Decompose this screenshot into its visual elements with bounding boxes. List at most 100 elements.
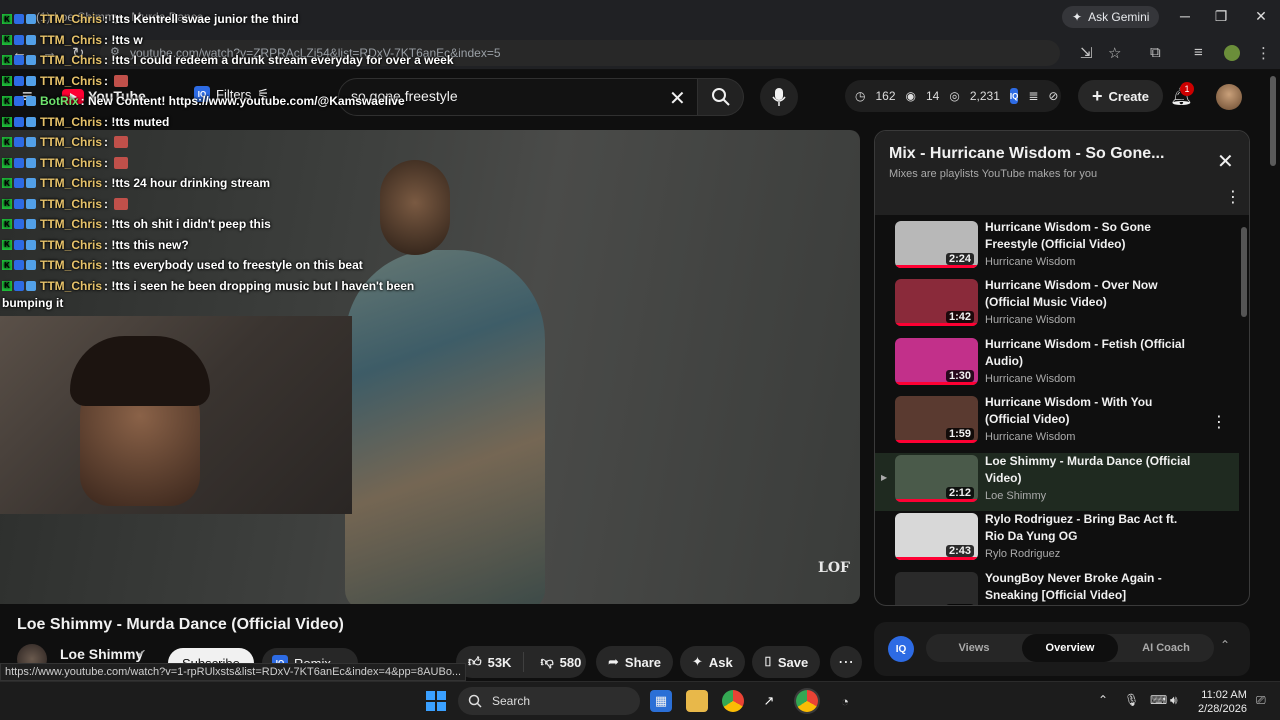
share-button[interactable]: ➦ Share [596, 646, 674, 678]
vidiq-logo[interactable]: IQ [888, 636, 914, 662]
close-playlist-icon[interactable]: ✕ [1217, 149, 1234, 174]
extensions-icon[interactable]: ⧉ [1150, 44, 1161, 61]
playlist-item[interactable]: 2:24 Hurricane Wisdom - So Gone Freestyle… [875, 219, 1239, 277]
media-controls-icon[interactable]: ≡ [1194, 44, 1203, 61]
ask-button[interactable]: ✦ Ask [680, 646, 745, 678]
chat-text: : !tts oh shit i didn't peep this [104, 217, 271, 231]
playlist-item-title[interactable]: Hurricane Wisdom - Fetish (Official Audi… [985, 336, 1195, 370]
chevron-up-icon[interactable]: ⌃ [1220, 638, 1230, 652]
close-window-button[interactable]: ✕ [1238, 0, 1280, 32]
mod-badge-icon [14, 219, 24, 229]
playlist-thumbnail[interactable]: 2:12 [895, 455, 978, 502]
playlist-thumbnail[interactable]: 1:42 [895, 279, 978, 326]
page-scrollbar[interactable] [1270, 76, 1276, 166]
playlist-thumbnail[interactable]: 2:43 [895, 513, 978, 560]
file-explorer-icon[interactable] [686, 690, 708, 712]
microphone-icon [772, 88, 786, 106]
chat-username: TTM_Chris [40, 73, 103, 88]
mod-badge-icon [14, 75, 24, 86]
chat-message: K BotRix : New Content! https://www.youtu… [2, 94, 405, 108]
ask-label: Ask [708, 654, 733, 670]
more-actions-button[interactable]: ⋯ [830, 646, 862, 678]
tray-chevron-up-icon[interactable]: ⌃ [1098, 693, 1108, 707]
dislike-button[interactable]: 👎︎ 580 [530, 654, 591, 670]
eye-outline-icon: ◎ [949, 89, 960, 103]
iq-stats-icon[interactable]: IQ [1009, 88, 1019, 104]
playlist-scrollbar[interactable] [1241, 227, 1247, 317]
chrome-active-icon[interactable] [796, 690, 818, 712]
search-button[interactable] [698, 78, 744, 116]
profile-avatar-icon[interactable] [1224, 45, 1240, 61]
browser-menu-icon[interactable]: ⋮ [1256, 44, 1271, 62]
playlist-item[interactable]: ▶ 2:12 Loe Shimmy - Murda Dance (Official … [875, 453, 1239, 511]
voice-search-button[interactable] [760, 78, 798, 116]
playlist-item-title[interactable]: Hurricane Wisdom - So Gone Freestyle (Of… [985, 219, 1195, 253]
playlist-header: Mix - Hurricane Wisdom - So Gone... Mixe… [875, 131, 1249, 215]
microsoft-store-icon[interactable]: ▦ [650, 690, 672, 712]
playlist-item-title[interactable]: YoungBoy Never Broke Again - Sneaking [O… [985, 570, 1195, 604]
taskbar-search[interactable]: Search [458, 687, 640, 715]
bookmark-star-icon[interactable]: ☆ [1108, 44, 1121, 62]
like-button[interactable]: 👍︎ 53K [456, 652, 525, 672]
chat-message: K TTM_Chris : !tts w [2, 33, 143, 47]
microphone-tray-icon[interactable]: 🎙︎ [1124, 693, 1139, 707]
install-app-icon[interactable]: ⇲ [1080, 44, 1093, 62]
playlist-item[interactable]: 3:38 YoungBoy Never Broke Again - Sneakin… [875, 570, 1239, 605]
stocks-app-icon[interactable]: ↗ [758, 690, 780, 712]
playlist-thumbnail[interactable]: 2:24 [895, 221, 978, 268]
chat-message: K TTM_Chris : !tts muted [2, 115, 169, 129]
chrome-icon[interactable] [722, 690, 744, 712]
chat-message: K TTM_Chris : !tts everybody used to free… [2, 258, 363, 272]
dislike-count: 580 [559, 654, 582, 670]
taskbar-clock[interactable]: 11:02 AM 2/28/2026 [1198, 688, 1247, 716]
network-icon[interactable]: ⌨ [1150, 693, 1167, 707]
mod-badge-icon [14, 137, 24, 147]
playlist-thumbnail[interactable]: 3:38 [895, 572, 978, 605]
windows-start-icon[interactable] [426, 691, 446, 711]
playlist-menu-icon[interactable]: ⋮ [1225, 187, 1241, 207]
tab-ai-coach[interactable]: AI Coach [1118, 634, 1214, 662]
playlist-item-channel: Loe Shimmy [985, 490, 1047, 502]
playlist-item-title[interactable]: Hurricane Wisdom - With You (Official Vi… [985, 394, 1195, 428]
playlist-item-title[interactable]: Hurricane Wisdom - Over Now (Official Mu… [985, 277, 1195, 311]
item-menu-icon[interactable]: ⋮ [1211, 412, 1227, 432]
mod-badge-icon [14, 34, 24, 45]
channel-stats-pill[interactable]: ◷ 162 ◉ 14 ◎ 2,231 IQ ≣ ⊘ [845, 80, 1061, 112]
playlist-thumbnail[interactable]: 1:30 [895, 338, 978, 385]
video-player[interactable]: LOF [0, 130, 860, 604]
playlist-item[interactable]: 1:30 Hurricane Wisdom - Fetish (Official … [875, 336, 1239, 394]
chat-message: K TTM_Chris : [2, 135, 129, 149]
obs-icon[interactable]: ◔ [834, 690, 856, 712]
playlist-item[interactable]: 2:43 Rylo Rodriguez - Bring Bac Act ft. R… [875, 511, 1239, 569]
create-button[interactable]: + Create [1078, 80, 1163, 112]
account-avatar[interactable] [1216, 84, 1242, 110]
ask-gemini-button[interactable]: ✦ Ask Gemini [1062, 6, 1160, 28]
tab-views[interactable]: Views [926, 634, 1022, 662]
sub-badge-icon [26, 55, 36, 65]
chat-username: TTM_Chris [40, 12, 103, 26]
clear-search-icon[interactable]: ✕ [669, 86, 686, 111]
list-icon[interactable]: ≣ [1028, 89, 1038, 103]
plus-icon: + [1092, 85, 1103, 106]
playlist-item[interactable]: 1:42 Hurricane Wisdom - Over Now (Officia… [875, 277, 1239, 335]
playlist-item-title[interactable]: Loe Shimmy - Murda Dance (Official Video… [985, 453, 1195, 487]
playlist-thumbnail[interactable]: 1:59 [895, 396, 978, 443]
chat-message: K TTM_Chris : [2, 156, 129, 170]
mod-badge-icon [14, 55, 24, 65]
kick-badge-icon: K [2, 219, 12, 229]
notification-count-badge: 1 [1180, 82, 1194, 96]
chat-text: : !tts everybody used to freestyle on th… [104, 258, 363, 272]
volume-icon[interactable]: 🔊︎ [1170, 693, 1178, 708]
chat-username: TTM_Chris [40, 258, 103, 272]
save-button[interactable]: ⌷ Save [752, 646, 821, 678]
playlist-item[interactable]: 1:59 Hurricane Wisdom - With You (Officia… [875, 394, 1239, 452]
chat-username: TTM_Chris [40, 135, 103, 149]
vidiq-tabs: Views Overview AI Coach [926, 634, 1214, 662]
notification-center-icon[interactable]: ⎚ [1256, 693, 1266, 708]
channel-name[interactable]: Loe Shimmy [60, 646, 143, 662]
clock-date: 2/28/2026 [1198, 703, 1247, 715]
chat-text: : [104, 196, 109, 211]
no-notify-icon[interactable]: ⊘ [1048, 89, 1058, 103]
tab-overview[interactable]: Overview [1022, 634, 1118, 662]
playlist-item-title[interactable]: Rylo Rodriguez - Bring Bac Act ft. Rio D… [985, 511, 1195, 545]
